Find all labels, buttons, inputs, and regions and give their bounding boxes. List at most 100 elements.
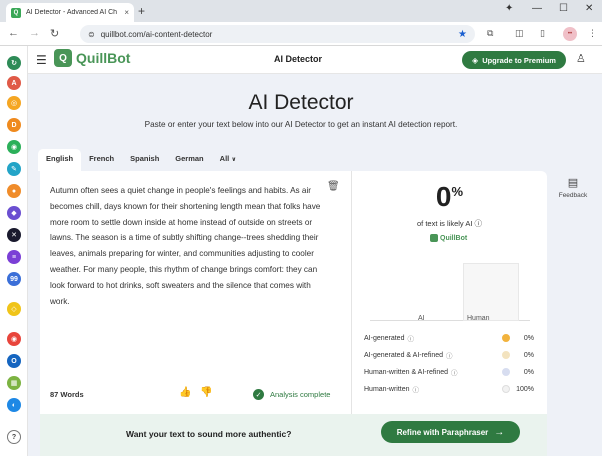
info-icon[interactable]: ⓘ — [407, 333, 414, 343]
site-header: ☰ Q QuillBot AI Detector ◈ Upgrade to Pr… — [28, 46, 602, 74]
info-icon[interactable]: ⓘ — [451, 367, 458, 377]
app-icon-7[interactable]: ● — [7, 184, 21, 198]
browser-titlebar: Q AI Detector - Advanced AI Ch × + ✦ — ☐… — [0, 0, 602, 22]
screenshot-icon[interactable]: ◫ — [515, 28, 524, 39]
breakdown-row-ai-generated: AI-generated ⓘ 0% — [364, 331, 534, 345]
feedback-icon: ▤ — [567, 177, 579, 189]
ai-percent-value: 0 — [435, 181, 452, 212]
breakdown-dot — [502, 385, 510, 393]
app-icon-11[interactable]: 99 — [7, 272, 21, 286]
help-icon[interactable]: ? — [7, 430, 21, 444]
feedback-label: Feedback — [558, 192, 588, 199]
detector-card: Autumn often sees a quiet change in peop… — [40, 171, 547, 456]
breakdown-label: Human-written — [364, 385, 410, 393]
quillbot-favicon-icon: Q — [11, 7, 21, 18]
info-icon[interactable]: ⓘ — [413, 384, 420, 394]
breakdown-row-human-ai-refined: Human-written & AI-refined ⓘ 0% — [364, 365, 534, 379]
app-icon-10[interactable]: ≡ — [7, 250, 21, 264]
cta-question: Want your text to sound more authentic? — [126, 429, 292, 439]
close-window-button[interactable]: ✕ — [585, 3, 593, 14]
forward-arrow-icon[interactable]: → — [29, 27, 40, 39]
quillbot-page: ☰ Q QuillBot AI Detector ◈ Upgrade to Pr… — [28, 46, 602, 456]
analysis-status: ✓ Analysis complete — [253, 389, 330, 400]
refine-paraphraser-button[interactable]: Refine with Paraphraser → — [381, 421, 520, 443]
tab-close-icon[interactable]: × — [124, 8, 129, 17]
extensions-icon[interactable]: ⧉ — [487, 28, 493, 39]
windows-apps-icon[interactable]: ▦ — [7, 376, 21, 390]
app-icon-6[interactable]: ✎ — [7, 162, 21, 176]
tab-german[interactable]: German — [167, 149, 211, 171]
breakdown-dot — [502, 351, 510, 359]
new-tab-button[interactable]: + — [138, 4, 145, 18]
text-input-area[interactable]: Autumn often sees a quiet change in peop… — [50, 183, 326, 309]
check-circle-icon: ✓ — [253, 389, 264, 400]
ai-percent-sign: % — [451, 184, 464, 199]
address-bar[interactable]: ⊜ quillbot.com/ai-content-detector ★ — [80, 25, 475, 43]
page-title: AI Detector — [248, 91, 354, 114]
tab-title: AI Detector - Advanced AI Ch — [26, 9, 118, 16]
word-count: 87 Words — [50, 390, 84, 399]
app-icon-9[interactable]: ✕ — [7, 228, 21, 242]
sidebar-toggle-icon[interactable]: ▯ — [540, 28, 545, 39]
language-tabs: English French Spanish German All ∨ — [38, 149, 244, 171]
profile-avatar[interactable]: •• — [563, 27, 577, 41]
app-icon-4[interactable]: D — [7, 118, 21, 132]
breakdown-value: 0% — [523, 351, 534, 359]
app-icon-8[interactable]: ◆ — [7, 206, 21, 220]
tab-french[interactable]: French — [81, 149, 122, 171]
upgrade-premium-label: Upgrade to Premium — [482, 55, 556, 65]
breakdown-label: Human-written & AI-refined — [364, 368, 449, 376]
breakdown-value: 100% — [516, 385, 534, 393]
chart-category-ai: AI — [418, 315, 425, 322]
quillbot-mini-mark-icon — [430, 234, 438, 242]
diamond-icon: ◈ — [472, 55, 479, 65]
thumbs-down-icon[interactable]: 👎 — [200, 387, 212, 398]
app-icon-2[interactable]: A — [7, 76, 21, 90]
breakdown-label: AI-generated — [364, 334, 405, 342]
chart-category-human: Human — [467, 315, 490, 322]
menu-dots-icon[interactable]: ⋮ — [588, 28, 597, 39]
tab-all-label: All — [219, 154, 230, 163]
info-icon[interactable]: ⓘ — [475, 219, 483, 228]
left-app-sidebar: ↻ A ◎ D ◉ ✎ ● ◆ ✕ ≡ 99 ◇ ◉ O ▦ ◐ ? — [0, 46, 28, 456]
user-account-icon[interactable]: ♙ — [576, 52, 586, 65]
breakdown-dot — [502, 368, 510, 376]
app-icon-3[interactable]: ◎ — [7, 96, 21, 110]
breakdown-value: 0% — [523, 334, 534, 342]
back-arrow-icon[interactable]: ← — [8, 27, 19, 39]
ai-likely-caption: of text is likely AI ⓘ — [352, 218, 547, 229]
outlook-icon[interactable]: O — [7, 354, 21, 368]
bookmark-star-icon[interactable]: ★ — [458, 29, 467, 40]
minimize-button[interactable]: — — [532, 3, 542, 14]
ai-likely-text: of text is likely AI — [416, 219, 473, 228]
tab-all[interactable]: All ∨ — [212, 149, 245, 171]
upgrade-premium-button[interactable]: ◈ Upgrade to Premium — [462, 51, 566, 69]
page-subtitle: Paste or enter your text below into our … — [144, 120, 458, 129]
maximize-button[interactable]: ☐ — [559, 3, 568, 14]
feedback-button[interactable]: ▤ Feedback — [553, 176, 593, 199]
site-info-icon[interactable]: ⊜ — [88, 30, 95, 39]
chrome-icon[interactable]: ◉ — [7, 332, 21, 346]
tab-spanish[interactable]: Spanish — [122, 149, 167, 171]
breakdown-dot — [502, 334, 510, 342]
breakdown-row-ai-refined: AI-generated & AI-refined ⓘ 0% — [364, 348, 534, 362]
breakdown-label: AI-generated & AI-refined — [364, 351, 443, 359]
info-icon[interactable]: ⓘ — [446, 350, 453, 360]
ai-percent-result: 0% — [352, 181, 547, 213]
reload-icon[interactable]: ↻ — [50, 27, 59, 40]
arrow-right-icon: → — [494, 426, 505, 438]
chevron-down-icon: ∨ — [231, 157, 237, 163]
trash-icon[interactable]: 🗑 — [327, 181, 340, 192]
browser-app-icon[interactable]: ◐ — [7, 398, 21, 412]
browser-tab[interactable]: Q AI Detector - Advanced AI Ch × — [6, 3, 134, 22]
gem-icon[interactable]: ◇ — [7, 302, 21, 316]
chart-bar-human — [463, 263, 519, 321]
thumbs-up-icon[interactable]: 👍 — [179, 387, 191, 398]
tab-english[interactable]: English — [38, 149, 82, 171]
result-brand-text: QuillBot — [440, 234, 468, 242]
app-icon-1[interactable]: ↻ — [7, 56, 21, 70]
app-icon-5[interactable]: ◉ — [7, 140, 21, 154]
sparkle-icon[interactable]: ✦ — [505, 3, 513, 14]
result-brand-logo: QuillBot — [430, 234, 467, 242]
ai-human-chart — [370, 253, 530, 321]
